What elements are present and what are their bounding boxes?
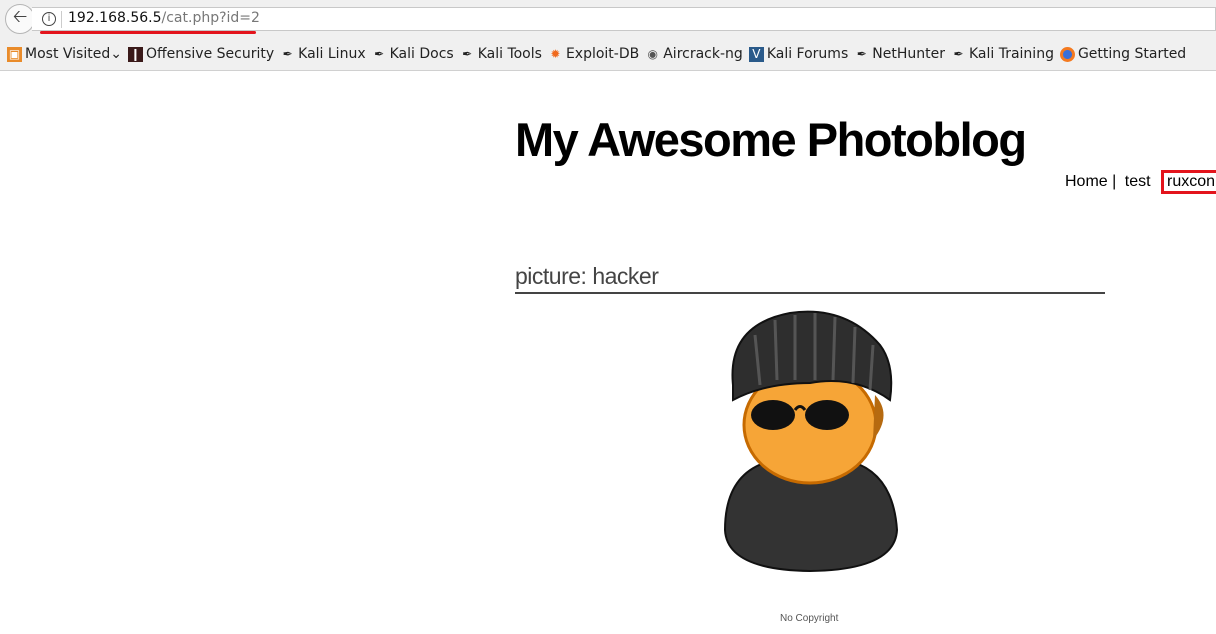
bookmark-label: Kali Docs bbox=[389, 46, 454, 62]
bookmark-label: Kali Forums bbox=[766, 46, 849, 62]
kali-icon: ✒ bbox=[462, 46, 473, 61]
bookmark-kali-forums[interactable]: V Kali Forums bbox=[748, 46, 849, 62]
bookmark-getting-started[interactable]: Getting Started bbox=[1059, 46, 1187, 62]
kali-icon: ✒ bbox=[856, 46, 867, 61]
nav-home[interactable]: Home bbox=[1065, 173, 1108, 191]
bookmark-kali-training[interactable]: ✒ Kali Training bbox=[951, 46, 1054, 62]
nav-separator: | bbox=[1112, 173, 1117, 190]
site-nav: Home | test ruxcon| bbox=[1065, 170, 1216, 194]
bookmark-kali-tools[interactable]: ✒ Kali Tools bbox=[460, 46, 542, 62]
bookmark-nethunter[interactable]: ✒ NetHunter bbox=[854, 46, 945, 62]
bookmark-label: Kali Tools bbox=[477, 46, 542, 62]
info-icon[interactable]: i bbox=[42, 12, 56, 26]
bookmarks-toolbar: ▣ Most Visited ⌄ ❙ Offensive Security ✒ Kali… bbox=[0, 38, 1216, 71]
browser-navbar: 🡠 i 192.168.56.5/cat.php?id=2 bbox=[0, 0, 1216, 38]
bookmark-aircrack-ng[interactable]: ◉ Aircrack-ng bbox=[645, 46, 743, 62]
divider bbox=[61, 11, 62, 28]
nav-test[interactable]: test bbox=[1125, 173, 1151, 191]
url-bar[interactable]: i 192.168.56.5/cat.php?id=2 bbox=[32, 7, 1216, 31]
bookmark-kali-linux[interactable]: ✒ Kali Linux bbox=[280, 46, 366, 62]
forums-icon: V bbox=[748, 46, 764, 62]
kali-icon: ✒ bbox=[282, 46, 293, 61]
bookmark-label: Getting Started bbox=[1077, 46, 1187, 62]
site-title: My Awesome Photoblog bbox=[515, 113, 1027, 166]
firefox-icon bbox=[1059, 46, 1075, 62]
bookmark-kali-docs[interactable]: ✒ Kali Docs bbox=[372, 46, 454, 62]
bookmark-most-visited[interactable]: ▣ Most Visited ⌄ bbox=[7, 46, 122, 62]
footer-text: No Copyright bbox=[780, 613, 839, 624]
offsec-icon: ❙ bbox=[127, 46, 143, 62]
hacker-image bbox=[715, 305, 905, 579]
bookmark-label: Kali Training bbox=[968, 46, 1054, 62]
red-underline-annotation bbox=[40, 31, 256, 34]
bookmark-label: Most Visited bbox=[25, 46, 111, 62]
exploitdb-icon: ✹ bbox=[550, 46, 561, 61]
bookmark-label: Exploit-DB bbox=[565, 46, 640, 62]
bookmark-label: Kali Linux bbox=[298, 46, 366, 62]
folder-icon: ▣ bbox=[7, 46, 22, 62]
bookmark-label: Aircrack-ng bbox=[663, 46, 743, 62]
bookmark-exploit-db[interactable]: ✹ Exploit-DB bbox=[548, 46, 639, 62]
picture-heading: picture: hacker bbox=[515, 263, 1105, 294]
kali-icon: ✒ bbox=[953, 46, 964, 61]
nav-ruxcon[interactable]: ruxcon bbox=[1161, 170, 1216, 194]
url-path: /cat.php?id=2 bbox=[161, 10, 260, 26]
chevron-down-icon: ⌄ bbox=[110, 46, 122, 62]
url-host: 192.168.56.5 bbox=[68, 10, 162, 26]
back-button[interactable]: 🡠 bbox=[5, 4, 35, 34]
bookmark-offensive-security[interactable]: ❙ Offensive Security bbox=[127, 46, 275, 62]
aircrack-icon: ◉ bbox=[647, 46, 658, 61]
kali-icon: ✒ bbox=[374, 46, 385, 61]
bookmark-label: NetHunter bbox=[872, 46, 945, 62]
url-text[interactable]: 192.168.56.5/cat.php?id=2 bbox=[68, 10, 260, 26]
bookmark-label: Offensive Security bbox=[145, 46, 275, 62]
